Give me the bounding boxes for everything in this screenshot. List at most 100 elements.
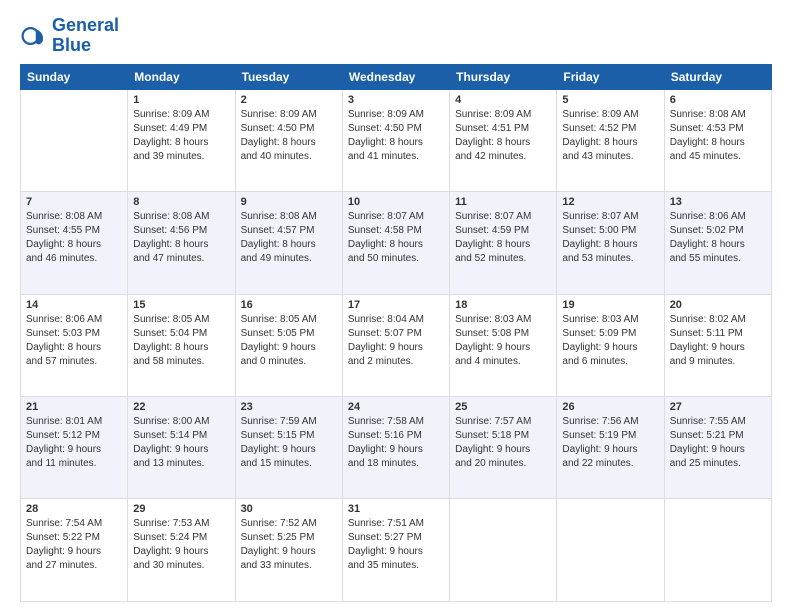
calendar-week-row: 21 Sunrise: 8:01 AM Sunset: 5:12 PM Dayli… <box>21 397 772 499</box>
calendar-cell: 19 Sunrise: 8:03 AM Sunset: 5:09 PM Dayli… <box>557 294 664 396</box>
day-number: 25 <box>455 401 551 413</box>
day-number: 8 <box>133 196 229 208</box>
calendar-week-row: 14 Sunrise: 8:06 AM Sunset: 5:03 PM Dayli… <box>21 294 772 396</box>
day-number: 28 <box>26 503 122 515</box>
calendar-table: SundayMondayTuesdayWednesdayThursdayFrid… <box>20 64 772 602</box>
logo-icon <box>20 22 48 50</box>
calendar-cell: 16 Sunrise: 8:05 AM Sunset: 5:05 PM Dayli… <box>235 294 342 396</box>
weekday-header-tuesday: Tuesday <box>235 64 342 89</box>
day-number: 22 <box>133 401 229 413</box>
day-number: 21 <box>26 401 122 413</box>
weekday-header-monday: Monday <box>128 64 235 89</box>
weekday-header-thursday: Thursday <box>450 64 557 89</box>
calendar-cell <box>450 499 557 602</box>
calendar-week-row: 1 Sunrise: 8:09 AM Sunset: 4:49 PM Daylig… <box>21 89 772 191</box>
day-info: Sunrise: 8:07 AM Sunset: 5:00 PM Dayligh… <box>562 210 658 266</box>
calendar-cell: 4 Sunrise: 8:09 AM Sunset: 4:51 PM Daylig… <box>450 89 557 191</box>
day-info: Sunrise: 8:09 AM Sunset: 4:50 PM Dayligh… <box>241 108 337 164</box>
day-info: Sunrise: 7:57 AM Sunset: 5:18 PM Dayligh… <box>455 415 551 471</box>
calendar-cell: 21 Sunrise: 8:01 AM Sunset: 5:12 PM Dayli… <box>21 397 128 499</box>
day-info: Sunrise: 8:09 AM Sunset: 4:51 PM Dayligh… <box>455 108 551 164</box>
day-number: 16 <box>241 299 337 311</box>
day-number: 11 <box>455 196 551 208</box>
weekday-header-saturday: Saturday <box>664 64 771 89</box>
day-number: 13 <box>670 196 766 208</box>
calendar-cell: 20Sunrise: 8:02 AM Sunset: 5:11 PM Dayli… <box>664 294 771 396</box>
day-number: 19 <box>562 299 658 311</box>
calendar-week-row: 7 Sunrise: 8:08 AM Sunset: 4:55 PM Daylig… <box>21 192 772 294</box>
calendar-cell: 13 Sunrise: 8:06 AM Sunset: 5:02 PM Dayli… <box>664 192 771 294</box>
calendar-cell: 3Sunrise: 8:09 AM Sunset: 4:50 PM Daylig… <box>342 89 449 191</box>
day-number: 27 <box>670 401 766 413</box>
day-info: Sunrise: 7:53 AM Sunset: 5:24 PM Dayligh… <box>133 517 229 573</box>
day-info: Sunrise: 7:59 AM Sunset: 5:15 PM Dayligh… <box>241 415 337 471</box>
calendar-cell: 25 Sunrise: 7:57 AM Sunset: 5:18 PM Dayli… <box>450 397 557 499</box>
calendar-cell: 17 Sunrise: 8:04 AM Sunset: 5:07 PM Dayli… <box>342 294 449 396</box>
logo-text: General Blue <box>52 16 119 56</box>
calendar-cell: 14 Sunrise: 8:06 AM Sunset: 5:03 PM Dayli… <box>21 294 128 396</box>
day-info: Sunrise: 7:51 AM Sunset: 5:27 PM Dayligh… <box>348 517 444 573</box>
calendar-cell: 11 Sunrise: 8:07 AM Sunset: 4:59 PM Dayli… <box>450 192 557 294</box>
calendar-cell: 12 Sunrise: 8:07 AM Sunset: 5:00 PM Dayli… <box>557 192 664 294</box>
day-info: Sunrise: 8:02 AM Sunset: 5:11 PM Dayligh… <box>670 313 766 369</box>
calendar-cell: 2Sunrise: 8:09 AM Sunset: 4:50 PM Daylig… <box>235 89 342 191</box>
day-number: 24 <box>348 401 444 413</box>
day-number: 5 <box>562 94 658 106</box>
day-number: 29 <box>133 503 229 515</box>
day-info: Sunrise: 8:01 AM Sunset: 5:12 PM Dayligh… <box>26 415 122 471</box>
day-info: Sunrise: 8:06 AM Sunset: 5:02 PM Dayligh… <box>670 210 766 266</box>
calendar-cell: 15 Sunrise: 8:05 AM Sunset: 5:04 PM Dayli… <box>128 294 235 396</box>
day-info: Sunrise: 8:03 AM Sunset: 5:09 PM Dayligh… <box>562 313 658 369</box>
calendar-cell: 5 Sunrise: 8:09 AM Sunset: 4:52 PM Daylig… <box>557 89 664 191</box>
day-info: Sunrise: 8:00 AM Sunset: 5:14 PM Dayligh… <box>133 415 229 471</box>
calendar-cell: 26 Sunrise: 7:56 AM Sunset: 5:19 PM Dayli… <box>557 397 664 499</box>
day-number: 3 <box>348 94 444 106</box>
weekday-header-friday: Friday <box>557 64 664 89</box>
day-info: Sunrise: 8:09 AM Sunset: 4:52 PM Dayligh… <box>562 108 658 164</box>
day-info: Sunrise: 8:07 AM Sunset: 4:58 PM Dayligh… <box>348 210 444 266</box>
day-number: 14 <box>26 299 122 311</box>
day-info: Sunrise: 8:04 AM Sunset: 5:07 PM Dayligh… <box>348 313 444 369</box>
day-info: Sunrise: 8:05 AM Sunset: 5:04 PM Dayligh… <box>133 313 229 369</box>
day-number: 15 <box>133 299 229 311</box>
day-number: 10 <box>348 196 444 208</box>
day-info: Sunrise: 7:54 AM Sunset: 5:22 PM Dayligh… <box>26 517 122 573</box>
day-info: Sunrise: 8:09 AM Sunset: 4:49 PM Dayligh… <box>133 108 229 164</box>
calendar-cell: 29 Sunrise: 7:53 AM Sunset: 5:24 PM Dayli… <box>128 499 235 602</box>
calendar-cell: 6 Sunrise: 8:08 AM Sunset: 4:53 PM Daylig… <box>664 89 771 191</box>
day-number: 31 <box>348 503 444 515</box>
page: General Blue SundayMondayTuesdayWednesda… <box>0 0 792 612</box>
calendar-cell: 7 Sunrise: 8:08 AM Sunset: 4:55 PM Daylig… <box>21 192 128 294</box>
calendar-cell: 18Sunrise: 8:03 AM Sunset: 5:08 PM Dayli… <box>450 294 557 396</box>
weekday-header-wednesday: Wednesday <box>342 64 449 89</box>
day-number: 30 <box>241 503 337 515</box>
day-number: 12 <box>562 196 658 208</box>
day-info: Sunrise: 8:03 AM Sunset: 5:08 PM Dayligh… <box>455 313 551 369</box>
calendar-cell: 8Sunrise: 8:08 AM Sunset: 4:56 PM Daylig… <box>128 192 235 294</box>
day-info: Sunrise: 8:07 AM Sunset: 4:59 PM Dayligh… <box>455 210 551 266</box>
day-info: Sunrise: 7:58 AM Sunset: 5:16 PM Dayligh… <box>348 415 444 471</box>
day-number: 7 <box>26 196 122 208</box>
logo: General Blue <box>20 16 119 56</box>
calendar-cell: 30Sunrise: 7:52 AM Sunset: 5:25 PM Dayli… <box>235 499 342 602</box>
weekday-header-sunday: Sunday <box>21 64 128 89</box>
calendar-cell: 9Sunrise: 8:08 AM Sunset: 4:57 PM Daylig… <box>235 192 342 294</box>
calendar-cell: 22 Sunrise: 8:00 AM Sunset: 5:14 PM Dayli… <box>128 397 235 499</box>
day-info: Sunrise: 7:56 AM Sunset: 5:19 PM Dayligh… <box>562 415 658 471</box>
day-number: 26 <box>562 401 658 413</box>
day-info: Sunrise: 8:08 AM Sunset: 4:55 PM Dayligh… <box>26 210 122 266</box>
day-number: 9 <box>241 196 337 208</box>
weekday-header-row: SundayMondayTuesdayWednesdayThursdayFrid… <box>21 64 772 89</box>
calendar-cell: 28 Sunrise: 7:54 AM Sunset: 5:22 PM Dayli… <box>21 499 128 602</box>
day-number: 1 <box>133 94 229 106</box>
calendar-week-row: 28 Sunrise: 7:54 AM Sunset: 5:22 PM Dayli… <box>21 499 772 602</box>
day-info: Sunrise: 8:05 AM Sunset: 5:05 PM Dayligh… <box>241 313 337 369</box>
day-info: Sunrise: 8:06 AM Sunset: 5:03 PM Dayligh… <box>26 313 122 369</box>
day-number: 6 <box>670 94 766 106</box>
day-number: 4 <box>455 94 551 106</box>
calendar-cell: 23Sunrise: 7:59 AM Sunset: 5:15 PM Dayli… <box>235 397 342 499</box>
day-info: Sunrise: 8:08 AM Sunset: 4:53 PM Dayligh… <box>670 108 766 164</box>
calendar-cell: 24 Sunrise: 7:58 AM Sunset: 5:16 PM Dayli… <box>342 397 449 499</box>
day-number: 17 <box>348 299 444 311</box>
calendar-cell <box>664 499 771 602</box>
